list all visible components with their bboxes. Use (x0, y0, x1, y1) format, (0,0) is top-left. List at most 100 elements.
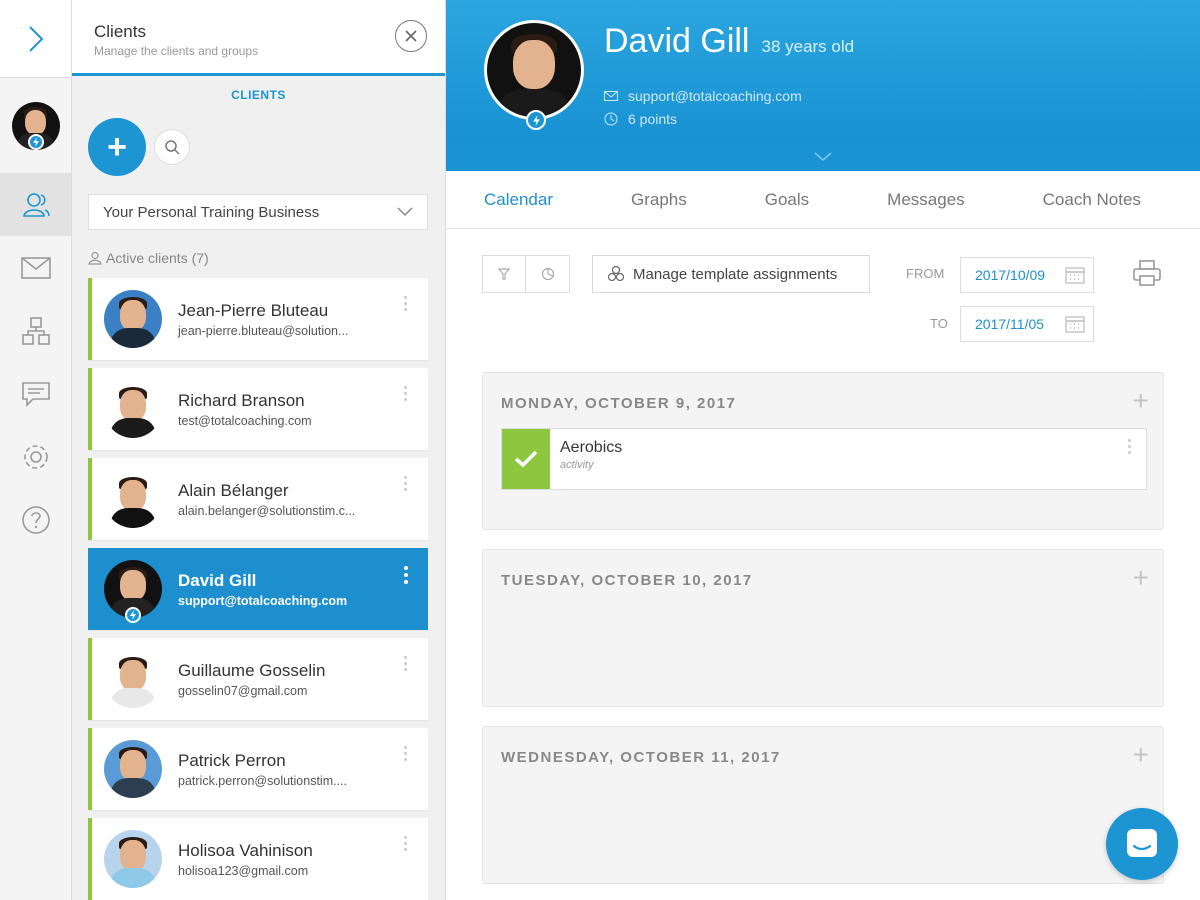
to-label: TO (930, 316, 948, 331)
current-user-avatar[interactable] (0, 78, 71, 173)
client-card[interactable]: David Gill support@totalcoaching.com (88, 548, 428, 630)
clients-title: Clients (94, 22, 146, 41)
client-name: Patrick Perron (178, 750, 286, 770)
event-card[interactable]: Aerobics activity (501, 428, 1147, 490)
client-name: Guillaume Gosselin (178, 660, 326, 680)
icon-rail (0, 0, 72, 900)
client-email: alain.belanger@solutionstim.c... (178, 503, 356, 518)
day-title: WEDNESDAY, OCTOBER 11, 2017 (501, 749, 781, 766)
main-content: David Gill 38 years old support@totalcoac… (446, 0, 1200, 900)
profile-photo (484, 20, 584, 120)
event-type: activity (560, 459, 594, 471)
client-card[interactable]: Alain Bélanger alain.belanger@solutionsti… (88, 458, 428, 540)
avatar (104, 830, 162, 888)
profile-expand-toggle[interactable] (446, 143, 1200, 171)
profile-name: David Gill (604, 22, 750, 60)
client-card[interactable]: Holisoa Vahinison holisoa123@gmail.com (88, 818, 428, 900)
pie-chart-icon (541, 267, 554, 281)
client-menu-icon[interactable] (404, 386, 408, 401)
expand-button[interactable] (0, 0, 71, 78)
client-email: gosselin07@gmail.com (178, 683, 308, 698)
group-select[interactable]: Your Personal Training Business (88, 194, 428, 230)
nav-clients[interactable] (0, 173, 71, 236)
support-chat-button[interactable] (1106, 808, 1178, 880)
profile-email-row: support@totalcoaching.com (604, 88, 802, 104)
clients-subtitle: Manage the clients and groups (94, 44, 259, 58)
close-button[interactable] (395, 20, 427, 52)
client-menu-icon[interactable] (404, 836, 408, 851)
avatar (104, 470, 162, 528)
day-title: MONDAY, OCTOBER 9, 2017 (501, 395, 737, 412)
templates-icon (607, 265, 625, 282)
print-button[interactable] (1132, 258, 1162, 293)
avatar (104, 380, 162, 438)
add-client-button[interactable]: + (88, 118, 146, 176)
chevron-right-icon (28, 25, 43, 52)
from-date-field[interactable]: 2017/10/09 (960, 257, 1094, 293)
mail-icon (20, 256, 51, 279)
avatar (104, 740, 162, 798)
bolt-badge-icon (28, 134, 44, 150)
client-name: Jean-Pierre Bluteau (178, 300, 329, 320)
nav-chat[interactable] (0, 362, 71, 425)
clients-header: Clients Manage the clients and groups (72, 0, 445, 76)
group-select-value: Your Personal Training Business (103, 203, 320, 221)
event-menu-icon[interactable] (1128, 439, 1132, 454)
tab-calendar[interactable]: Calendar (484, 190, 553, 210)
to-date-field[interactable]: 2017/11/05 (960, 306, 1094, 342)
check-icon[interactable] (502, 429, 550, 489)
nav-groups[interactable] (0, 299, 71, 362)
search-icon (165, 140, 180, 155)
client-card[interactable]: Jean-Pierre Bluteau jean-pierre.bluteau@s… (88, 278, 428, 360)
from-date-value: 2017/10/09 (975, 267, 1046, 283)
tab-messages[interactable]: Messages (887, 190, 964, 210)
nav-help[interactable] (0, 488, 71, 551)
print-icon (1133, 260, 1161, 286)
from-label: FROM (906, 266, 945, 281)
filter-button[interactable] (482, 255, 526, 293)
client-email: patrick.perron@solutionstim.... (178, 773, 348, 788)
client-name: Holisoa Vahinison (178, 840, 313, 860)
day-card: TUESDAY, OCTOBER 10, 2017 + (482, 549, 1164, 707)
search-button[interactable] (154, 129, 190, 165)
groups-icon (21, 316, 50, 345)
client-menu-icon[interactable] (404, 476, 408, 491)
tab-clients[interactable]: CLIENTS (72, 88, 445, 102)
client-email: support@totalcoaching.com (178, 593, 348, 608)
day-card: WEDNESDAY, OCTOBER 11, 2017 + (482, 726, 1164, 884)
nav-messages[interactable] (0, 236, 71, 299)
profile-points: 6 points (628, 111, 678, 127)
client-name: Alain Bélanger (178, 480, 289, 500)
client-card[interactable]: Guillaume Gosselin gosselin07@gmail.com (88, 638, 428, 720)
close-icon (405, 30, 417, 42)
active-clients-label: Active clients (7) (88, 250, 209, 266)
calendar-icon (1065, 316, 1085, 333)
tab-graphs[interactable]: Graphs (631, 190, 687, 210)
manage-template-button[interactable]: Manage template assignments (592, 255, 870, 293)
add-event-button[interactable]: + (1133, 741, 1149, 769)
add-event-button[interactable]: + (1133, 564, 1149, 592)
client-email: holisoa123@gmail.com (178, 863, 309, 878)
day-card: MONDAY, OCTOBER 9, 2017 + Aerobics activ… (482, 372, 1164, 530)
nav-settings[interactable] (0, 425, 71, 488)
client-email: jean-pierre.bluteau@solution... (178, 323, 349, 338)
client-email: test@totalcoaching.com (178, 413, 312, 428)
client-menu-icon[interactable] (404, 656, 408, 671)
bolt-badge-icon (125, 607, 141, 623)
event-name: Aerobics (560, 439, 623, 456)
client-menu-icon[interactable] (404, 296, 408, 311)
client-menu-icon[interactable] (404, 746, 408, 761)
client-card[interactable]: Patrick Perron patrick.perron@solutionsti… (88, 728, 428, 810)
tab-goals[interactable]: Goals (765, 190, 809, 210)
add-event-button[interactable]: + (1133, 387, 1149, 415)
manage-template-label: Manage template assignments (633, 265, 838, 283)
profile-email: support@totalcoaching.com (628, 88, 802, 104)
client-menu-icon[interactable] (404, 566, 408, 584)
client-list: Jean-Pierre Bluteau jean-pierre.bluteau@s… (88, 278, 428, 900)
help-icon (21, 505, 50, 534)
tab-coach-notes[interactable]: Coach Notes (1043, 190, 1141, 210)
chat-bubble-icon (1127, 829, 1157, 857)
client-card[interactable]: Richard Branson test@totalcoaching.com (88, 368, 428, 450)
calendar-toolbar (482, 255, 570, 293)
view-button[interactable] (526, 255, 570, 293)
